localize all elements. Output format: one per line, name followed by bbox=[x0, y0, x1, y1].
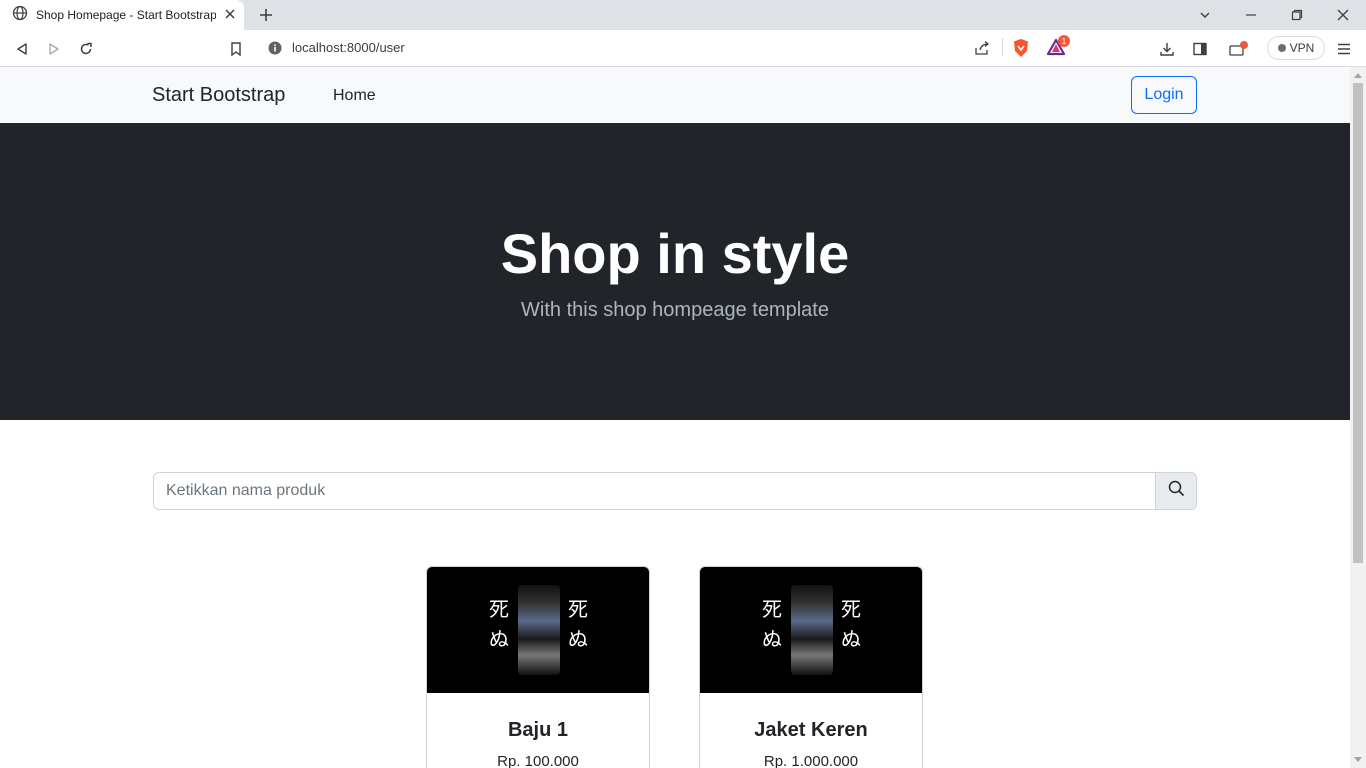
vpn-status-dot bbox=[1277, 44, 1286, 52]
scroll-up-arrow-icon[interactable] bbox=[1354, 73, 1362, 78]
vpn-button[interactable]: VPN bbox=[1267, 36, 1325, 60]
search-input[interactable]: Ketikkan nama produk bbox=[153, 472, 1156, 510]
product-name: Baju 1 bbox=[507, 719, 569, 741]
brave-shield-icon[interactable] bbox=[1012, 38, 1030, 63]
restore-icon[interactable] bbox=[1287, 5, 1307, 25]
minimize-icon[interactable] bbox=[1241, 5, 1261, 25]
hero-subtitle: With this shop hompeage template bbox=[521, 299, 829, 321]
hero-section: Shop in style With this shop hompeage te… bbox=[0, 123, 1350, 420]
image-text: 死 bbox=[762, 597, 782, 621]
image-text: 死 bbox=[489, 597, 509, 621]
image-text: 死 bbox=[841, 597, 861, 621]
new-tab-icon[interactable] bbox=[256, 5, 276, 25]
globe-icon bbox=[12, 5, 28, 26]
wallet-icon[interactable] bbox=[1228, 38, 1250, 60]
close-tab-icon[interactable] bbox=[222, 6, 238, 22]
bookmark-icon[interactable] bbox=[225, 38, 247, 60]
image-text: ぬ bbox=[489, 627, 509, 651]
product-photo bbox=[791, 585, 833, 675]
image-text: ぬ bbox=[568, 627, 588, 651]
product-photo bbox=[518, 585, 560, 675]
image-text: 死 bbox=[568, 597, 588, 621]
menu-icon[interactable] bbox=[1333, 38, 1355, 60]
share-icon[interactable] bbox=[974, 40, 990, 61]
address-bar[interactable]: localhost:8000/user 1 bbox=[258, 34, 1074, 62]
page-scrollbar[interactable] bbox=[1350, 67, 1366, 768]
tab-search-chevron-icon[interactable] bbox=[1195, 5, 1215, 25]
scroll-thumb[interactable] bbox=[1353, 83, 1363, 563]
site-info-icon[interactable] bbox=[268, 41, 282, 60]
browser-tab[interactable]: Shop Homepage - Start Bootstrap bbox=[0, 0, 244, 30]
back-icon[interactable] bbox=[11, 38, 33, 60]
nav-link-home[interactable]: Home bbox=[333, 87, 376, 105]
image-text: ぬ bbox=[762, 627, 782, 651]
close-window-icon[interactable] bbox=[1333, 5, 1353, 25]
search-button[interactable] bbox=[1156, 472, 1197, 510]
search-bar: Ketikkan nama produk bbox=[153, 472, 1197, 510]
forward-icon[interactable] bbox=[43, 38, 65, 60]
product-price: Rp. 100.000 bbox=[497, 753, 579, 768]
url-text: localhost:8000/user bbox=[292, 40, 405, 55]
navbar-brand[interactable]: Start Bootstrap bbox=[152, 84, 285, 107]
navbar: Start Bootstrap Home Login bbox=[0, 67, 1350, 123]
rewards-badge: 1 bbox=[1058, 35, 1070, 47]
sidebar-icon[interactable] bbox=[1189, 38, 1211, 60]
vpn-label: VPN bbox=[1289, 41, 1315, 55]
product-name: Jaket Keren bbox=[754, 719, 868, 741]
hero-title: Shop in style bbox=[500, 222, 850, 285]
product-image: 死 ぬ 死 ぬ bbox=[427, 567, 649, 693]
product-price: Rp. 1.000.000 bbox=[763, 753, 859, 768]
image-text: ぬ bbox=[841, 627, 861, 651]
omnibox-divider bbox=[1002, 38, 1003, 56]
reload-icon[interactable] bbox=[75, 38, 97, 60]
product-card[interactable]: 死 ぬ 死 ぬ Jaket Keren Rp. 1.000.000 bbox=[699, 566, 923, 768]
browser-toolbar: localhost:8000/user 1 VPN bbox=[0, 30, 1366, 67]
page-viewport: Start Bootstrap Home Login Shop in style… bbox=[0, 67, 1350, 768]
product-card[interactable]: 死 ぬ 死 ぬ Baju 1 Rp. 100.000 bbox=[426, 566, 650, 768]
browser-tab-bar: Shop Homepage - Start Bootstrap bbox=[0, 0, 1366, 30]
login-button[interactable]: Login bbox=[1131, 76, 1197, 114]
search-icon bbox=[1168, 480, 1185, 502]
download-icon[interactable] bbox=[1156, 38, 1178, 60]
scroll-down-arrow-icon[interactable] bbox=[1354, 757, 1362, 762]
product-image: 死 ぬ 死 ぬ bbox=[700, 567, 922, 693]
tab-title: Shop Homepage - Start Bootstrap bbox=[36, 8, 216, 22]
